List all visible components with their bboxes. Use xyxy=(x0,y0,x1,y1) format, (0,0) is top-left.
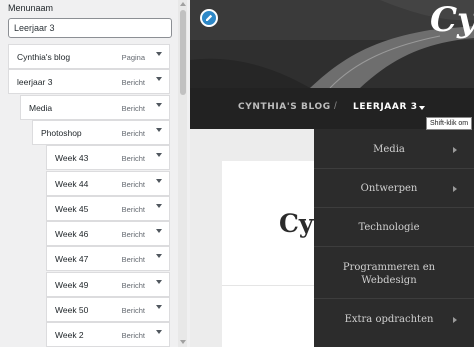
menu-item-label: Week 50 xyxy=(55,305,89,315)
expand-arrow-icon[interactable] xyxy=(156,128,162,132)
menu-item-label: Week 49 xyxy=(55,280,89,290)
menu-item-label: Photoshop xyxy=(41,128,82,138)
dropdown-item[interactable]: Extra opdrachten xyxy=(314,313,464,326)
menu-item-type: Bericht xyxy=(121,78,145,87)
menu-item-type: Bericht xyxy=(121,281,145,290)
expand-arrow-icon[interactable] xyxy=(156,179,162,183)
expand-arrow-icon[interactable] xyxy=(156,254,162,258)
submenu-arrow-icon xyxy=(453,186,457,192)
menu-item-type: Bericht xyxy=(121,104,145,113)
menu-item-label: Week 43 xyxy=(55,153,89,163)
menu-item-label: Media xyxy=(29,103,53,113)
menu-item-list: Cynthia's blog Pagina leerjaar 3 Bericht Med… xyxy=(0,44,190,347)
menu-item-label: Week 46 xyxy=(55,229,89,239)
nav-link-cynthias-blog[interactable]: CYNTHIA'S BLOG xyxy=(238,102,331,112)
menu-name-label: Menunaam xyxy=(8,3,54,13)
customizer-screen: Menunaam Cynthia's blog Pagina leerjaar 3 B… xyxy=(0,0,474,347)
nav-dropdown-menu: Media Ontwerpen Technologie Programmeren en… xyxy=(314,129,474,347)
menu-item-type: Bericht xyxy=(121,230,145,239)
expand-arrow-icon[interactable] xyxy=(156,280,162,284)
menu-item[interactable]: leerjaar 3 Bericht xyxy=(8,69,170,94)
menu-item[interactable]: Week 47 Bericht xyxy=(46,246,170,271)
header-image: Cyn xyxy=(190,0,474,88)
menu-item-type: Bericht xyxy=(121,306,145,315)
site-logo[interactable]: Cyn xyxy=(430,0,474,40)
scroll-up-arrow-icon[interactable] xyxy=(180,2,186,6)
menu-item[interactable]: Week 43 Bericht xyxy=(46,145,170,170)
menu-item-label: Cynthia's blog xyxy=(17,52,71,62)
menu-item[interactable]: Media Bericht xyxy=(20,95,170,120)
scroll-down-arrow-icon[interactable] xyxy=(180,340,186,344)
nav-separator: / xyxy=(334,101,337,112)
menu-item-label: Week 2 xyxy=(55,330,84,340)
menu-editor-panel: Menunaam Cynthia's blog Pagina leerjaar 3 B… xyxy=(0,0,190,347)
menu-item[interactable]: Week 44 Bericht xyxy=(46,171,170,196)
menu-item-label: Week 47 xyxy=(55,254,89,264)
nav-link-leerjaar-3[interactable]: LEERJAAR 3 xyxy=(353,102,418,112)
chevron-down-icon[interactable] xyxy=(419,106,425,110)
site-preview: Cyn CYNTHIA'S BLOG / LEERJAAR 3 Cyn Medi… xyxy=(190,0,474,347)
menu-item-type: Bericht xyxy=(121,154,145,163)
expand-arrow-icon[interactable] xyxy=(156,229,162,233)
submenu-arrow-icon xyxy=(453,147,457,153)
menu-item[interactable]: Week 46 Bericht xyxy=(46,221,170,246)
expand-arrow-icon[interactable] xyxy=(156,305,162,309)
dropdown-divider xyxy=(314,246,474,247)
expand-arrow-icon[interactable] xyxy=(156,103,162,107)
menu-name-input[interactable] xyxy=(8,18,172,38)
menu-item[interactable]: Week 2 Bericht xyxy=(46,322,170,347)
menu-item-type: Pagina xyxy=(121,53,145,62)
expand-arrow-icon[interactable] xyxy=(156,52,162,56)
menu-item-type: Bericht xyxy=(121,255,145,264)
menu-item[interactable]: Photoshop Bericht xyxy=(32,120,170,145)
dropdown-divider xyxy=(314,168,474,169)
expand-arrow-icon[interactable] xyxy=(156,77,162,81)
submenu-arrow-icon xyxy=(453,317,457,323)
scrollbar-thumb[interactable] xyxy=(180,10,186,95)
edit-pencil-icon[interactable] xyxy=(200,9,218,27)
dropdown-item[interactable]: Programmeren en Webdesign xyxy=(314,261,464,287)
menu-item[interactable]: Week 45 Bericht xyxy=(46,196,170,221)
menu-item-label: leerjaar 3 xyxy=(17,77,53,87)
dropdown-item[interactable]: Technologie xyxy=(314,221,464,234)
shift-click-tooltip: Shift-klik om xyxy=(426,117,473,130)
dropdown-divider xyxy=(314,298,474,299)
menu-item-label: Week 45 xyxy=(55,204,89,214)
menu-item-type: Bericht xyxy=(121,180,145,189)
menu-item[interactable]: Week 50 Bericht xyxy=(46,297,170,322)
dropdown-divider xyxy=(314,207,474,208)
menu-item-type: Bericht xyxy=(121,331,145,340)
menu-item-type: Bericht xyxy=(121,205,145,214)
dropdown-item[interactable]: Media xyxy=(314,143,464,156)
menu-item-label: Week 44 xyxy=(55,179,89,189)
expand-arrow-icon[interactable] xyxy=(156,204,162,208)
menu-item[interactable]: Week 49 Bericht xyxy=(46,272,170,297)
expand-arrow-icon[interactable] xyxy=(156,153,162,157)
dropdown-item[interactable]: Ontwerpen xyxy=(314,182,464,195)
menu-item-type: Bericht xyxy=(121,129,145,138)
expand-arrow-icon[interactable] xyxy=(156,330,162,334)
menu-item[interactable]: Cynthia's blog Pagina xyxy=(8,44,170,69)
